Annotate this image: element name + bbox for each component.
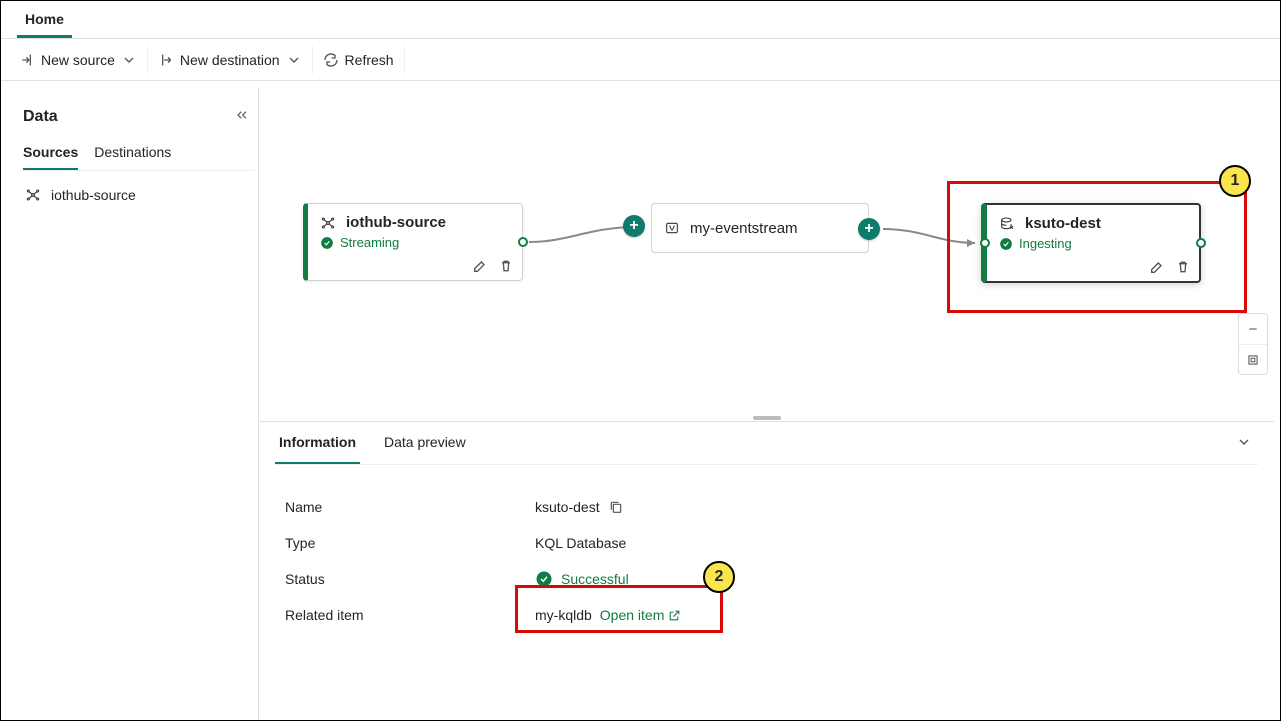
toolbar: New source New destination Refresh xyxy=(1,39,1280,81)
new-source-button[interactable]: New source xyxy=(9,46,148,74)
label-status: Status xyxy=(285,571,535,587)
new-destination-button[interactable]: New destination xyxy=(148,46,313,74)
callout-badge-2: 2 xyxy=(703,561,735,593)
iot-icon xyxy=(25,187,41,203)
node-source[interactable]: iothub-source Streaming xyxy=(303,203,523,281)
node-eventstream[interactable]: my-eventstream + xyxy=(651,203,869,253)
new-destination-label: New destination xyxy=(180,52,280,68)
status-text: Streaming xyxy=(340,235,399,250)
callout-badge-1: 1 xyxy=(1219,165,1251,197)
fit-view-button[interactable] xyxy=(1239,344,1267,374)
tab-home[interactable]: Home xyxy=(17,1,72,38)
edit-icon[interactable] xyxy=(472,258,488,274)
details-pane: Information Data preview Name ksuto-dest… xyxy=(259,421,1274,720)
check-circle-icon xyxy=(320,236,334,250)
sidebar-tab-destinations[interactable]: Destinations xyxy=(94,144,171,170)
fit-icon xyxy=(1246,353,1260,367)
tab-information[interactable]: Information xyxy=(275,422,360,464)
export-icon xyxy=(158,52,174,68)
tab-data-preview[interactable]: Data preview xyxy=(380,422,470,464)
collapse-sidebar-button[interactable] xyxy=(230,103,254,130)
sidebar-item-label: iothub-source xyxy=(51,187,136,203)
output-port[interactable] xyxy=(518,237,528,247)
import-icon xyxy=(19,52,35,68)
label-name: Name xyxy=(285,499,535,515)
value-name: ksuto-dest xyxy=(535,499,600,515)
eventstream-icon xyxy=(664,220,680,236)
refresh-button[interactable]: Refresh xyxy=(313,46,405,74)
refresh-label: Refresh xyxy=(345,52,394,68)
sidebar: Data Sources Destinations iothub-source xyxy=(7,87,259,720)
sidebar-tab-sources[interactable]: Sources xyxy=(23,144,78,170)
canvas[interactable]: iothub-source Streaming + xyxy=(259,87,1274,415)
node-eventstream-title: my-eventstream xyxy=(690,220,798,237)
node-source-title: iothub-source xyxy=(346,214,446,231)
chevron-double-left-icon xyxy=(234,107,250,123)
sidebar-item-iothub[interactable]: iothub-source xyxy=(23,181,254,209)
callout-box-2 xyxy=(515,585,723,633)
chevron-down-icon xyxy=(121,52,137,68)
add-destination-button[interactable]: + xyxy=(858,218,880,240)
page-tabs: Home xyxy=(1,1,1280,39)
zoom-out-button[interactable]: − xyxy=(1239,314,1267,344)
chevron-down-icon xyxy=(1236,434,1252,450)
copy-icon[interactable] xyxy=(608,499,624,515)
label-related-item: Related item xyxy=(285,607,535,623)
iot-icon xyxy=(320,215,336,231)
sidebar-title: Data xyxy=(23,108,58,126)
node-source-status: Streaming xyxy=(308,235,522,256)
sidebar-tabs: Sources Destinations xyxy=(23,144,254,171)
zoom-controls: − xyxy=(1238,313,1268,375)
chevron-down-icon xyxy=(286,52,302,68)
add-node-button[interactable]: + xyxy=(623,215,645,237)
label-type: Type xyxy=(285,535,535,551)
delete-icon[interactable] xyxy=(498,258,514,274)
collapse-details-button[interactable] xyxy=(1230,428,1258,459)
callout-box-1 xyxy=(947,181,1247,313)
refresh-icon xyxy=(323,52,339,68)
new-source-label: New source xyxy=(41,52,115,68)
value-type: KQL Database xyxy=(535,535,626,551)
